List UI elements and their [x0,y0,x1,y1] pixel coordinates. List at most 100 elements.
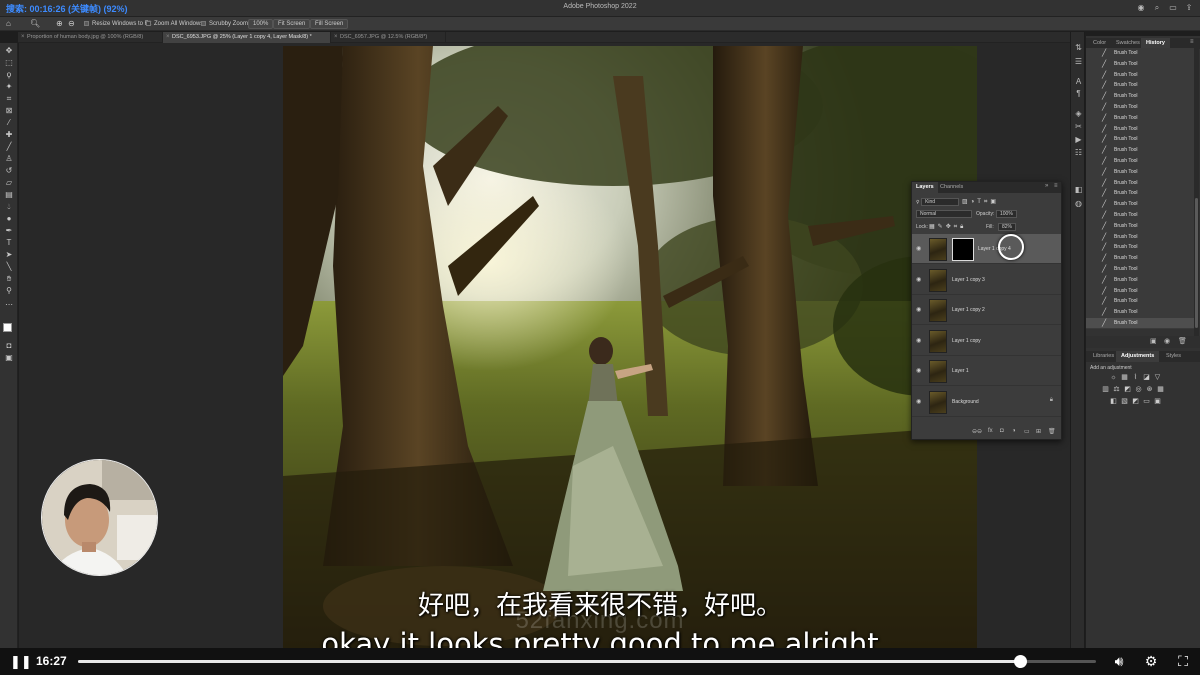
scrubby-zoom-checkbox[interactable]: Scrubby Zoom [201,19,248,29]
blend-mode-select[interactable]: Normal [916,210,972,218]
vibrance-icon[interactable]: ▽ [1154,374,1161,381]
layer-row[interactable]: ◉ Layer 1 copy 2 [912,295,1061,325]
history-item[interactable]: ╱ Brush Tool [1086,274,1194,286]
blur-tool-icon[interactable]: 💧︎ [3,202,15,212]
layer-name[interactable]: Background [952,399,979,405]
marquee-tool-icon[interactable]: ⬚ [3,58,15,68]
quick-mask-icon[interactable]: ◘ [3,341,15,351]
path-selection-icon[interactable]: ➤ [3,250,15,260]
history-item[interactable]: ╱ Brush Tool [1086,199,1194,210]
layer-row[interactable]: ◉ Background 🔒︎ [912,387,1061,417]
history-item[interactable]: ╱ Brush Tool [1086,80,1194,92]
history-item[interactable]: ╱ Brush Tool [1086,101,1194,113]
delete-state-icon[interactable]: 🗑︎ [1178,337,1187,345]
visibility-eye-icon[interactable]: ◉ [916,276,921,283]
history-item[interactable]: ╱ Brush Tool [1086,69,1194,81]
layer-thumbnail[interactable] [929,238,947,261]
eyedropper-icon[interactable]: ⁄ [3,118,15,128]
collapse-icon[interactable]: » [1045,183,1048,189]
eraser-icon[interactable]: ▱ [3,178,15,188]
channel-mixer-icon[interactable]: ⊛ [1146,386,1153,393]
history-item[interactable]: ╱ Brush Tool [1086,166,1194,178]
user-icon[interactable]: ◉ [1136,3,1146,13]
fill-field[interactable]: 82% [998,223,1017,231]
character-icon[interactable]: A [1073,76,1084,87]
hue-saturation-icon[interactable]: ▥ [1102,386,1109,393]
type-tool-icon[interactable]: T [3,238,15,248]
gradient-tool-icon[interactable]: ▤ [3,190,15,200]
visibility-eye-icon[interactable]: ◉ [916,367,921,374]
fx-icon[interactable]: fx [988,428,993,434]
tool-presets-icon[interactable]: ✂ [1073,121,1084,132]
layer-name[interactable]: Layer 1 [952,368,969,374]
layer-row[interactable]: ◉ Layer 1 [912,356,1061,386]
layer-thumbnail[interactable] [929,390,947,414]
actions-icon[interactable]: ▶ [1073,134,1084,145]
hand-tool-icon[interactable]: ✋︎ [3,274,15,284]
history-item[interactable]: ╱ Brush Tool [1086,112,1194,124]
dodge-tool-icon[interactable]: ● [3,214,15,224]
opacity-field[interactable]: 100% [996,210,1017,218]
layer-name[interactable]: Layer 1 copy [952,338,981,344]
history-brush-icon[interactable]: ↺ [3,166,15,176]
3d-icon[interactable]: ◈ [1073,108,1084,119]
history-item[interactable]: ╱ Brush Tool [1086,145,1194,156]
layers-menu-icon[interactable]: ≡ [1054,183,1058,189]
scroll-thumb[interactable] [1195,198,1198,328]
layer-row[interactable]: ◉ Layer 1 copy 3 [912,265,1061,295]
history-item[interactable]: ╱ Brush Tool [1086,263,1194,275]
history-item[interactable]: ╱ Brush Tool [1086,177,1194,189]
clone-stamp-icon[interactable]: ♙ [3,154,15,164]
threshold-icon[interactable]: ◩ [1132,398,1139,405]
add-mask-icon[interactable]: ◘ [1000,428,1004,434]
group-icon[interactable]: ▭ [1024,428,1030,435]
zoom-in-icon[interactable]: ⊕ [56,19,63,29]
zoom-tool-icon[interactable]: ⚲ [3,286,15,296]
history-item[interactable]: ╱ Brush Tool [1086,134,1194,146]
zoom-tool-icon[interactable]: 🔍︎ [30,19,40,29]
new-layer-icon[interactable]: ⊞ [1036,428,1041,435]
visibility-eye-icon[interactable]: ◉ [916,337,921,344]
document-image[interactable] [283,46,977,650]
adjust-icon[interactable]: ☷ [1073,147,1084,158]
selective-color-icon[interactable]: ▣ [1154,398,1161,405]
history-item[interactable]: ╱ Brush Tool [1086,285,1194,297]
more-tools-icon[interactable]: ⋯ [3,300,15,310]
tab-adjustments[interactable]: Adjustments [1116,351,1160,362]
share-icon[interactable]: ⇪ [1184,3,1194,13]
tab-layers[interactable]: Layers [912,182,938,193]
adjustment-layer-icon[interactable]: ◑ [1012,428,1016,434]
magic-wand-icon[interactable]: ✦ [3,82,15,92]
volume-icon[interactable]: 🔊︎ [1110,653,1128,670]
search-icon[interactable]: ⌕ [1152,3,1162,13]
arrange-icon[interactable]: ⇅ [1073,42,1084,53]
line-tool-icon[interactable]: ╲ [3,262,15,272]
history-item[interactable]: ╱ Brush Tool [1086,91,1194,102]
close-icon[interactable]: × [334,32,338,43]
gradient-map-icon[interactable]: ▭ [1143,398,1150,405]
history-item[interactable]: ╱ Brush Tool [1086,188,1194,200]
workspace-icon[interactable]: ▭ [1168,3,1178,13]
progress-knob[interactable] [1013,655,1027,668]
layer-mask-thumbnail[interactable] [952,238,974,261]
fill-screen-button[interactable]: Fill Screen [310,19,349,29]
history-item[interactable]: ╱ Brush Tool [1086,123,1194,135]
fullscreen-icon[interactable]: ⛶ [1174,653,1192,670]
close-icon[interactable]: × [166,32,170,43]
filter-type-icons[interactable]: ▨◑T⌗▣ [962,198,999,206]
history-item[interactable]: ╱ Brush Tool [1086,307,1194,318]
history-item[interactable]: ╱ Brush Tool [1086,296,1194,308]
healing-brush-icon[interactable]: ✚ [3,130,15,140]
properties-icon[interactable]: ☰ [1073,56,1084,67]
history-item[interactable]: ╱ Brush Tool [1086,155,1194,167]
layer-thumbnail[interactable] [929,268,947,292]
brush-tool-icon[interactable]: ╱ [3,142,15,152]
fit-screen-button[interactable]: Fit Screen [273,19,311,29]
settings-icon[interactable]: ⚙ [1142,653,1160,670]
tab-styles[interactable]: Styles [1161,351,1186,362]
history-item[interactable]: ╱ Brush Tool [1086,58,1194,70]
layer-thumbnail[interactable] [929,329,947,353]
tab-proportion[interactable]: × Proportion of human body.jpg @ 100% (RG… [18,32,163,43]
link-layers-icon[interactable]: ⊖⊖ [972,428,982,435]
layer-name[interactable]: Layer 1 copy 2 [952,307,985,313]
